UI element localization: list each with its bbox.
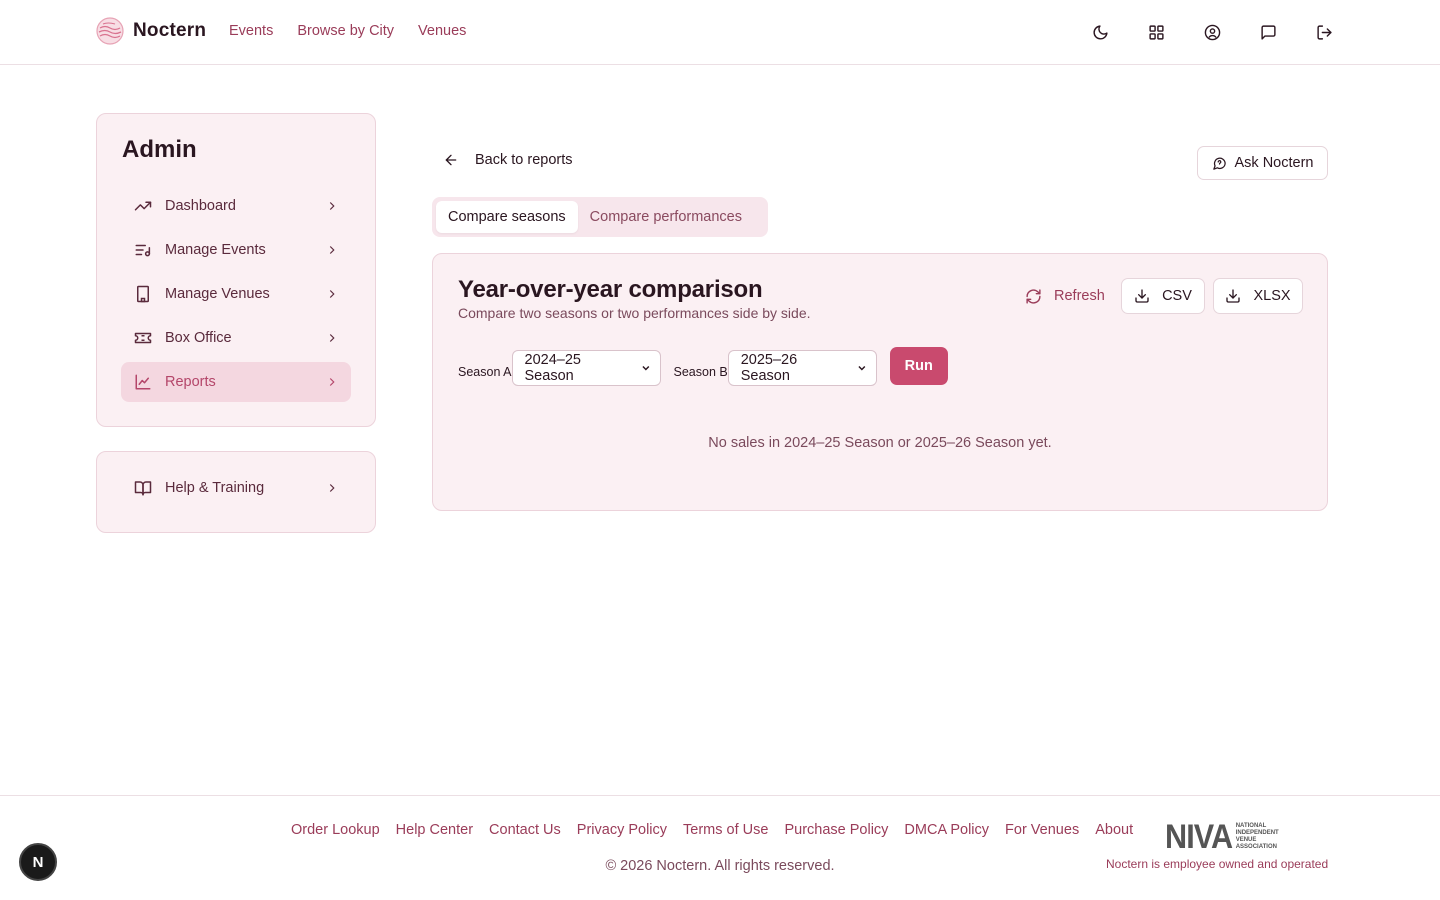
refresh-button[interactable]: Refresh	[1025, 278, 1105, 314]
chevron-down-icon	[858, 366, 866, 371]
csv-label: CSV	[1162, 288, 1192, 304]
sidebar-title: Admin	[122, 136, 197, 163]
footer-link-about[interactable]: About	[1095, 822, 1133, 838]
sidebar-item-label: Reports	[165, 374, 216, 390]
help-sidebar: Help & Training	[96, 451, 376, 533]
primary-nav: Events Browse by City Venues	[229, 23, 466, 39]
footer-link-purchase-policy[interactable]: Purchase Policy	[784, 822, 888, 838]
nav-link-events[interactable]: Events	[229, 23, 273, 39]
sidebar-item-dashboard[interactable]: Dashboard	[121, 186, 351, 226]
footer-link-privacy-policy[interactable]: Privacy Policy	[577, 822, 667, 838]
season-a-select[interactable]: 2024–25 Season	[511, 350, 661, 386]
site-footer: Order Lookup Help Center Contact Us Priv…	[0, 795, 1440, 900]
sidebar-menu: Dashboard Manage Events Manage Venues Bo…	[121, 186, 351, 406]
footer-link-help-center[interactable]: Help Center	[396, 822, 473, 838]
tab-compare-performances[interactable]: Compare performances	[578, 201, 754, 233]
arrow-left-icon	[445, 154, 457, 166]
chevron-right-icon	[325, 375, 339, 389]
report-tabs: Compare seasons Compare performances	[432, 197, 768, 237]
sidebar-item-label: Help & Training	[165, 480, 265, 496]
moon-icon[interactable]	[1088, 20, 1112, 44]
empty-state-message: No sales in 2024–25 Season or 2025–26 Se…	[708, 435, 1052, 451]
download-xlsx-button[interactable]: XLSX	[1213, 278, 1303, 314]
sidebar-item-label: Manage Events	[165, 242, 266, 258]
footer-link-for-venues[interactable]: For Venues	[1005, 822, 1079, 838]
list-music-icon	[133, 240, 153, 260]
xlsx-label: XLSX	[1253, 288, 1291, 304]
chevron-right-icon	[325, 199, 339, 213]
sidebar-item-manage-venues[interactable]: Manage Venues	[121, 274, 351, 314]
season-a-label: Season A	[458, 365, 512, 379]
chevron-right-icon	[325, 481, 339, 495]
panel-subtitle: Compare two seasons or two performances …	[458, 305, 811, 321]
help-menu: Help & Training	[121, 468, 351, 512]
line-chart-icon	[133, 372, 153, 392]
sidebar-item-manage-events[interactable]: Manage Events	[121, 230, 351, 270]
comparison-panel: Year-over-year comparison Compare two se…	[432, 253, 1328, 511]
footer-links: Order Lookup Help Center Contact Us Priv…	[291, 822, 1133, 838]
season-a-value: 2024–25 Season	[524, 352, 581, 384]
sidebar-item-reports[interactable]: Reports	[121, 362, 351, 402]
ticket-icon	[133, 328, 153, 348]
chevron-right-icon	[325, 287, 339, 301]
nav-link-browse-by-city[interactable]: Browse by City	[297, 23, 394, 39]
season-controls: Season A 2024–25 Season Season B 2025–26…	[458, 347, 948, 386]
download-csv-button[interactable]: CSV	[1121, 278, 1205, 314]
message-icon[interactable]	[1256, 20, 1280, 44]
chevron-right-icon	[325, 331, 339, 345]
niva-logo-subtext: NATIONAL INDEPENDENT VENUE ASSOCIATION	[1235, 823, 1279, 850]
tab-compare-seasons[interactable]: Compare seasons	[436, 201, 578, 233]
header-actions	[1088, 20, 1336, 44]
sidebar-item-box-office[interactable]: Box Office	[121, 318, 351, 358]
trending-up-icon	[133, 196, 153, 216]
top-navigation-bar: Noctern Events Browse by City Venues	[0, 0, 1440, 65]
building-icon	[133, 284, 153, 304]
footer-link-order-lookup[interactable]: Order Lookup	[291, 822, 380, 838]
brand-name: Noctern	[133, 20, 207, 41]
back-to-reports-link[interactable]: Back to reports	[443, 152, 573, 168]
footer-link-dmca-policy[interactable]: DMCA Policy	[904, 822, 989, 838]
footer-link-contact-us[interactable]: Contact Us	[489, 822, 561, 838]
ask-noctern-button[interactable]: Ask Noctern	[1197, 146, 1328, 180]
message-circle-icon	[1212, 157, 1226, 170]
season-b-value: 2025–26 Season	[740, 352, 798, 384]
grid-icon[interactable]	[1144, 20, 1168, 44]
sidebar-item-help-training[interactable]: Help & Training	[121, 468, 351, 508]
brand-logo-link[interactable]: Noctern	[96, 17, 206, 45]
season-b-select[interactable]: 2025–26 Season	[727, 350, 877, 386]
refresh-label: Refresh	[1054, 288, 1105, 304]
nav-link-venues[interactable]: Venues	[418, 23, 466, 39]
back-link-label: Back to reports	[475, 152, 573, 168]
download-icon	[1135, 289, 1149, 303]
chevron-right-icon	[325, 243, 339, 257]
dev-tools-badge[interactable]: N	[19, 843, 57, 881]
sidebar-item-label: Dashboard	[165, 198, 236, 214]
user-circle-icon[interactable]	[1200, 20, 1224, 44]
book-open-icon	[133, 478, 153, 498]
run-button[interactable]: Run	[889, 347, 948, 385]
noctern-logo-icon	[96, 17, 124, 45]
ask-button-label: Ask Noctern	[1234, 155, 1314, 171]
logout-icon[interactable]	[1312, 20, 1336, 44]
copyright-text: © 2026 Noctern. All rights reserved.	[605, 858, 835, 874]
niva-logo-mark: NIVA	[1165, 818, 1233, 856]
panel-title: Year-over-year comparison	[458, 276, 763, 303]
refresh-icon	[1026, 288, 1041, 304]
footer-link-terms-of-use[interactable]: Terms of Use	[683, 822, 768, 838]
download-icon	[1226, 289, 1241, 303]
niva-logo[interactable]: NIVA NATIONAL INDEPENDENT VENUE ASSOCIAT…	[1165, 818, 1286, 856]
chevron-down-icon	[642, 366, 650, 371]
season-b-label: Season B	[673, 365, 728, 379]
sidebar-item-label: Box Office	[165, 330, 232, 346]
sidebar-item-label: Manage Venues	[165, 286, 270, 302]
admin-sidebar: Admin Dashboard Manage Events Manage Ven…	[96, 113, 376, 427]
